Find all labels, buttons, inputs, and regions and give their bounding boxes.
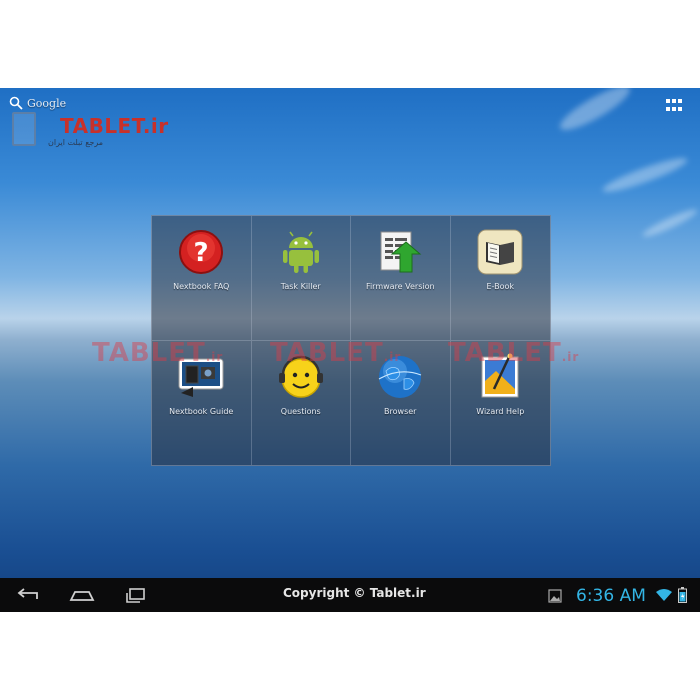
tablet-logo-icon — [12, 112, 36, 146]
wifi-icon — [656, 589, 672, 601]
app-label: Task Killer — [280, 282, 321, 291]
all-apps-icon[interactable] — [666, 99, 684, 113]
wallpaper-cloud — [600, 153, 690, 197]
app-label: E-Book — [486, 282, 515, 291]
app-tile-firmware-version[interactable]: Firmware Version — [351, 216, 451, 341]
app-tile-task-killer[interactable]: Task Killer — [251, 216, 351, 341]
app-label: Wizard Help — [476, 406, 525, 416]
app-tile-e-book[interactable]: E-Book — [450, 216, 550, 341]
android-icon — [282, 231, 319, 273]
watermark: TABLET.ir — [448, 338, 579, 368]
app-label: Questions — [280, 406, 321, 416]
watermark: TABLET.ir — [92, 338, 223, 368]
home-icon[interactable] — [69, 585, 95, 605]
back-icon[interactable] — [15, 585, 41, 605]
watermark-text: TABLET — [92, 338, 206, 368]
app-label: Browser — [384, 406, 417, 416]
svg-text:?: ? — [194, 238, 209, 268]
search-icon — [9, 96, 23, 110]
battery-icon — [678, 587, 687, 603]
watermark-suffix: .ir — [205, 350, 224, 364]
recent-apps-icon[interactable] — [123, 585, 149, 605]
watermark-text: TABLET — [448, 338, 562, 368]
brand-subtitle: مرجع تبلت ایران — [48, 138, 104, 147]
watermark-suffix: .ir — [561, 350, 580, 364]
watermark-text: TABLET — [270, 338, 384, 368]
wallpaper-cloud — [555, 88, 635, 137]
watermark-suffix: .ir — [383, 350, 402, 364]
firmware-update-icon — [380, 231, 422, 273]
app-label: Nextbook Guide — [169, 406, 234, 416]
app-tile-nextbook-faq[interactable]: ? Nextbook FAQ — [152, 216, 252, 341]
google-search-widget[interactable]: Google — [9, 96, 66, 110]
clock[interactable]: 6:36 AM — [576, 586, 646, 606]
google-label: Google — [27, 96, 67, 110]
copyright-text: Copyright © Tablet.ir — [283, 586, 426, 600]
wallpaper-cloud — [640, 205, 700, 241]
brand-name: TABLET.ir — [60, 114, 169, 138]
help-icon: ? — [179, 230, 224, 274]
app-label: Firmware Version — [365, 282, 435, 291]
watermark: TABLET.ir — [270, 338, 401, 368]
gallery-notification-icon[interactable] — [548, 589, 562, 603]
app-label: Nextbook FAQ — [173, 282, 230, 291]
book-icon — [477, 229, 523, 275]
